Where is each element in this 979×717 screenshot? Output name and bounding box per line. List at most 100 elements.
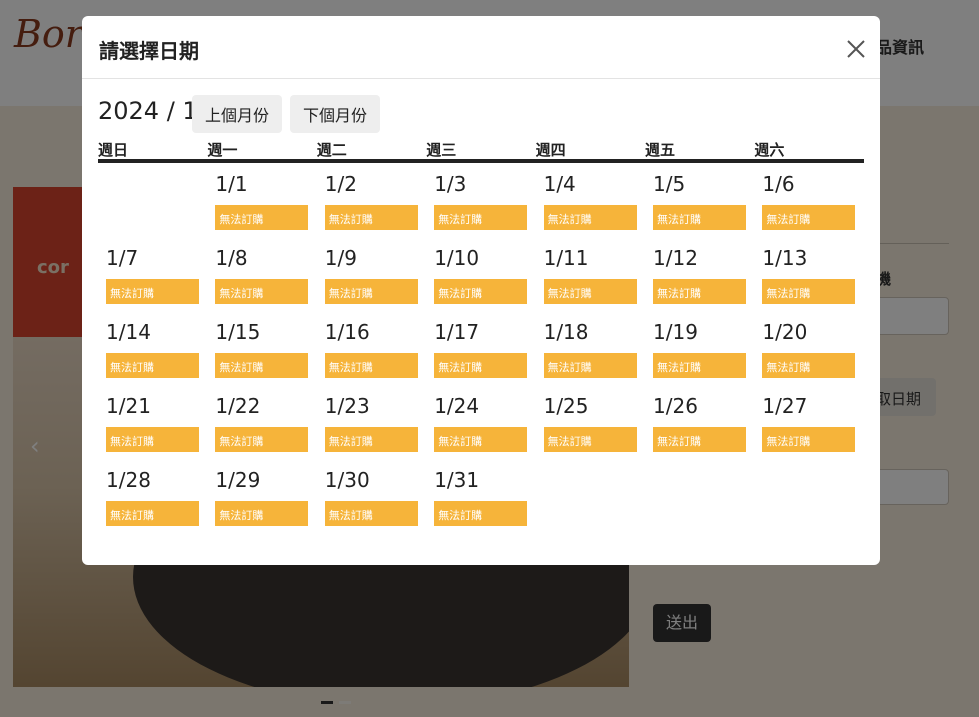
modal-title: 請選擇日期 [99, 39, 199, 63]
unavailable-badge: 無法訂購 [543, 427, 637, 452]
day-date: 1/30 [324, 468, 370, 492]
calendar-day[interactable]: 1/14 無法訂購 [98, 311, 207, 385]
weekday-header: 週日 週一 週二 週三 週四 週五 週六 [98, 139, 864, 163]
day-date: 1/26 [653, 394, 698, 418]
close-icon[interactable] [844, 37, 868, 61]
calendar-day[interactable]: 1/10 無法訂購 [426, 237, 535, 311]
calendar-day[interactable]: 1/20 無法訂購 [754, 311, 863, 385]
calendar-day[interactable]: 1/15 無法訂購 [207, 311, 316, 385]
day-date: 1/8 [215, 246, 248, 270]
month-navigation: 2024 / 1 上個月份 下個月份 [98, 95, 864, 136]
calendar-day[interactable]: 1/3 無法訂購 [426, 163, 535, 237]
date-picker-modal: 請選擇日期 2024 / 1 上個月份 下個月份 週日 週一 週二 週三 週四 週五 週六 … [82, 16, 880, 565]
day-date: 1/24 [434, 394, 480, 418]
calendar-day[interactable]: 1/13 無法訂購 [754, 237, 863, 311]
day-date: 1/1 [215, 172, 248, 196]
unavailable-badge: 無法訂購 [324, 205, 418, 230]
day-date: 1/3 [434, 172, 467, 196]
day-date: 1/2 [324, 172, 357, 196]
day-date: 1/25 [543, 394, 589, 418]
calendar-day[interactable]: 1/12 無法訂購 [645, 237, 754, 311]
unavailable-badge: 無法訂購 [106, 501, 199, 526]
calendar-day[interactable]: 1/27 無法訂購 [754, 385, 863, 459]
weekday-label: 週四 [535, 141, 566, 159]
calendar-day[interactable]: 1/1 無法訂購 [207, 163, 316, 237]
weekday-label: 週日 [98, 141, 129, 159]
day-date: 1/19 [653, 320, 698, 344]
unavailable-badge: 無法訂購 [762, 279, 856, 304]
unavailable-badge: 無法訂購 [324, 501, 418, 526]
calendar-day[interactable]: 1/17 無法訂購 [426, 311, 535, 385]
calendar-day[interactable]: 1/18 無法訂購 [536, 311, 645, 385]
day-date: 1/5 [653, 172, 686, 196]
calendar-day[interactable]: 1/30 無法訂購 [317, 459, 426, 533]
unavailable-badge: 無法訂購 [543, 205, 637, 230]
day-date: 1/6 [762, 172, 795, 196]
day-date: 1/16 [324, 320, 370, 344]
unavailable-badge: 無法訂購 [324, 427, 418, 452]
unavailable-badge: 無法訂購 [434, 279, 528, 304]
unavailable-badge: 無法訂購 [762, 205, 856, 230]
day-date: 1/21 [106, 394, 151, 418]
day-date: 1/18 [543, 320, 589, 344]
calendar-day[interactable]: 1/22 無法訂購 [207, 385, 316, 459]
calendar-day[interactable]: 1/28 無法訂購 [98, 459, 207, 533]
day-date: 1/28 [106, 468, 151, 492]
unavailable-badge: 無法訂購 [434, 353, 528, 378]
modal-header: 請選擇日期 [82, 16, 880, 79]
calendar-day[interactable]: 1/19 無法訂購 [645, 311, 754, 385]
unavailable-badge: 無法訂購 [106, 353, 199, 378]
calendar-day[interactable]: 1/5 無法訂購 [645, 163, 754, 237]
calendar-day[interactable]: 1/25 無法訂購 [536, 385, 645, 459]
calendar-day[interactable]: 1/26 無法訂購 [645, 385, 754, 459]
calendar-day[interactable]: 1/8 無法訂購 [207, 237, 316, 311]
calendar-day[interactable]: 1/4 無法訂購 [536, 163, 645, 237]
day-date: 1/17 [434, 320, 480, 344]
day-date: 1/27 [762, 394, 808, 418]
unavailable-badge: 無法訂購 [653, 427, 746, 452]
calendar-day[interactable]: 1/31 無法訂購 [426, 459, 535, 533]
next-month-button[interactable]: 下個月份 [290, 95, 380, 133]
month-label: 2024 / 1 [98, 97, 198, 125]
unavailable-badge: 無法訂購 [215, 205, 309, 230]
calendar-day[interactable]: 1/29 無法訂購 [207, 459, 316, 533]
calendar-day[interactable]: 1/16 無法訂購 [317, 311, 426, 385]
unavailable-badge: 無法訂購 [215, 427, 309, 452]
unavailable-badge: 無法訂購 [653, 205, 746, 230]
unavailable-badge: 無法訂購 [653, 353, 746, 378]
calendar-day[interactable]: 1/11 無法訂購 [536, 237, 645, 311]
day-date: 1/23 [324, 394, 370, 418]
unavailable-badge: 無法訂購 [434, 205, 528, 230]
day-date: 1/10 [434, 246, 480, 270]
calendar-day[interactable]: 1/24 無法訂購 [426, 385, 535, 459]
calendar-day[interactable]: 1/21 無法訂購 [98, 385, 207, 459]
weekday-label: 週二 [316, 141, 347, 159]
day-date: 1/12 [653, 246, 698, 270]
calendar-day[interactable]: 1/2 無法訂購 [317, 163, 426, 237]
day-date: 1/11 [543, 246, 589, 270]
unavailable-badge: 無法訂購 [215, 353, 309, 378]
weekday-label: 週一 [207, 141, 238, 159]
day-date: 1/9 [324, 246, 357, 270]
unavailable-badge: 無法訂購 [215, 501, 309, 526]
unavailable-badge: 無法訂購 [543, 353, 637, 378]
calendar-day[interactable]: 1/23 無法訂購 [317, 385, 426, 459]
day-date: 1/7 [106, 246, 139, 270]
unavailable-badge: 無法訂購 [543, 279, 637, 304]
unavailable-badge: 無法訂購 [434, 427, 528, 452]
day-date: 1/4 [543, 172, 576, 196]
day-date: 1/31 [434, 468, 480, 492]
day-date: 1/20 [762, 320, 808, 344]
calendar-day[interactable]: 1/7 無法訂購 [98, 237, 207, 311]
calendar-day[interactable]: 1/6 無法訂購 [754, 163, 863, 237]
weekday-label: 週五 [645, 141, 676, 159]
calendar: 2024 / 1 上個月份 下個月份 週日 週一 週二 週三 週四 週五 週六 1/1 無法訂… [98, 95, 864, 526]
prev-month-button[interactable]: 上個月份 [192, 95, 282, 133]
unavailable-badge: 無法訂購 [215, 279, 309, 304]
unavailable-badge: 無法訂購 [324, 353, 418, 378]
unavailable-badge: 無法訂購 [762, 427, 856, 452]
calendar-day[interactable]: 1/9 無法訂購 [317, 237, 426, 311]
weekday-label: 週三 [426, 141, 457, 159]
day-date: 1/14 [106, 320, 151, 344]
day-date: 1/22 [215, 394, 261, 418]
